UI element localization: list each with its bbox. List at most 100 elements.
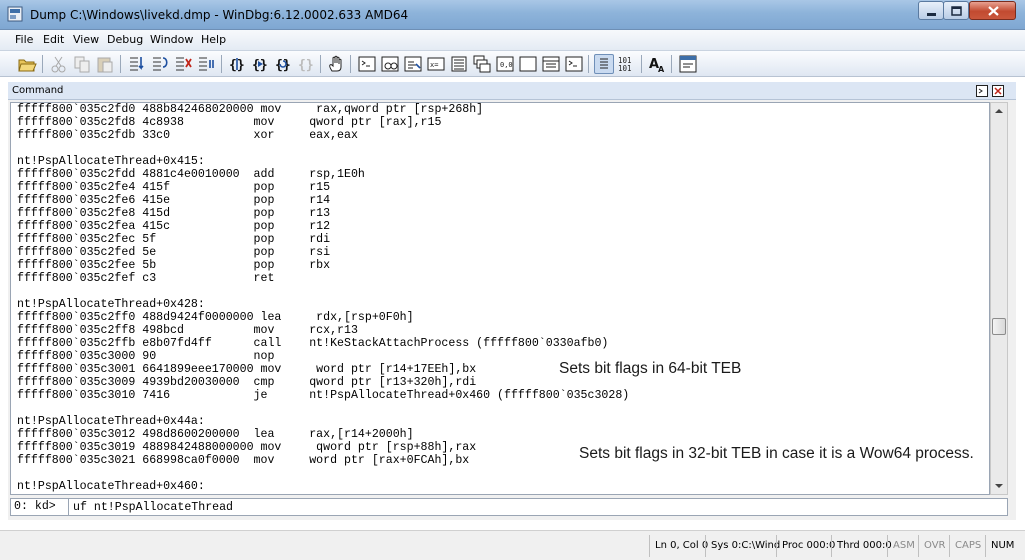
close-button[interactable] (969, 1, 1016, 20)
svg-text:{}: {} (298, 58, 314, 73)
menu-file[interactable]: File (15, 33, 33, 46)
menu-edit[interactable]: Edit (43, 33, 64, 46)
toolbar: {} {} {} {} x= 0,0 10 (0, 50, 1025, 77)
disassembly-line: fffff800`035c2fe6 415e pop r14 (17, 194, 331, 207)
go-icon[interactable]: {} (250, 54, 270, 74)
copy-icon[interactable] (72, 54, 92, 74)
source-view-icon[interactable] (594, 54, 614, 74)
hex-icon[interactable]: 101 101 (617, 54, 637, 74)
toolbar-separator (120, 55, 121, 73)
vertical-scrollbar[interactable] (990, 102, 1008, 495)
command-window-header: Command (8, 82, 1016, 100)
status-num: NUM (985, 535, 1017, 557)
restart-icon[interactable]: {} (273, 54, 293, 74)
paste-icon[interactable] (95, 54, 115, 74)
menu-debug[interactable]: Debug (107, 33, 143, 46)
svg-text:101: 101 (618, 64, 632, 73)
toolbar-separator (350, 55, 351, 73)
toolbar-separator (42, 55, 43, 73)
disassembly-line: fffff800`035c3000 90 nop (17, 350, 275, 363)
menu-window[interactable]: Window (150, 33, 193, 46)
disassembly-line: fffff800`035c2fe8 415d pop r13 (17, 207, 331, 220)
status-asm: ASM (887, 535, 918, 557)
command-output[interactable]: fffff800`035c2fd0 488b842468020000 mov r… (10, 102, 990, 495)
call-stack-icon[interactable] (472, 54, 492, 74)
toolbar-separator (588, 55, 589, 73)
break-icon[interactable]: {} (227, 54, 247, 74)
source-mode-icon[interactable] (564, 54, 584, 74)
window-title: Dump C:\Windows\livekd.dmp - WinDbg:6.12… (30, 8, 409, 22)
disassembly-line: fffff800`035c2ffb e8b07fd4ff call nt!KeS… (17, 337, 609, 350)
svg-text:0,0: 0,0 (500, 61, 513, 69)
processes-icon[interactable] (541, 54, 561, 74)
command-input-row: 0: kd> (10, 498, 1008, 516)
stop-icon[interactable]: {} (296, 54, 316, 74)
disassembly-line: fffff800`035c3010 7416 je nt!PspAllocate… (17, 389, 630, 402)
disassembly-line: fffff800`035c2fee 5b pop rbx (17, 259, 331, 272)
menu-help[interactable]: Help (201, 33, 226, 46)
disassembly-line: fffff800`035c2fec 5f pop rdi (17, 233, 331, 246)
disassembly-line: fffff800`035c2fe4 415f pop r15 (17, 181, 331, 194)
step-over-icon[interactable] (150, 54, 170, 74)
toolbar-separator (641, 55, 642, 73)
menu-view[interactable]: View (73, 33, 99, 46)
svg-text:{}: {} (275, 58, 291, 73)
disassembly-line: fffff800`035c2fef c3 ret (17, 272, 275, 285)
toolbar-separator (320, 55, 321, 73)
disassembly-line: fffff800`035c2ff8 498bcd mov rcx,r13 (17, 324, 358, 337)
command-icon[interactable] (357, 54, 377, 74)
status-thrd: Thrd 000:0 (831, 535, 892, 557)
locals-icon[interactable] (403, 54, 423, 74)
font-icon[interactable]: AA (647, 54, 667, 74)
svg-text:x=: x= (430, 61, 438, 69)
disassembly-line: fffff800`035c3021 668998ca0f0000 mov wor… (17, 454, 470, 467)
options-icon[interactable] (678, 54, 698, 74)
function-label-line: nt!PspAllocateThread+0x415: (17, 155, 205, 168)
function-label-line: nt!PspAllocateThread+0x460: (17, 480, 205, 493)
disassembly-line: fffff800`035c2fdd 4881c4e0010000 add rsp… (17, 168, 365, 181)
toolbar-separator (671, 55, 672, 73)
disassembly-line: fffff800`035c3019 4889842488000000 mov q… (17, 441, 477, 454)
scroll-down-arrow-icon[interactable] (991, 478, 1007, 494)
hand-icon[interactable] (326, 54, 346, 74)
cut-icon[interactable] (49, 54, 69, 74)
annotation-teb32: Sets bit flags in 32-bit TEB in case it … (579, 445, 974, 462)
menu-bar: File Edit View Debug Window Help (0, 30, 1025, 50)
scratch-pad-icon[interactable] (518, 54, 538, 74)
maximize-icon (951, 6, 962, 16)
disassembly-line: fffff800`035c3009 4939bd20030000 cmp qwo… (17, 376, 477, 389)
status-bar: Ln 0, Col 0 Sys 0:C:\Wind Proc 000:0 Thr… (0, 530, 1025, 560)
disassembly-line: fffff800`035c3012 498d8600200000 lea rax… (17, 428, 414, 441)
registers-icon[interactable]: x= (426, 54, 446, 74)
disassembly-icon[interactable]: 0,0 (495, 54, 515, 74)
scrollbar-thumb[interactable] (992, 318, 1006, 335)
step-into-icon[interactable] (127, 54, 147, 74)
maximize-button[interactable] (943, 1, 969, 20)
disassembly-line: fffff800`035c2fed 5e pop rsi (17, 246, 331, 259)
dock-icon[interactable] (976, 85, 988, 97)
scroll-up-arrow-icon[interactable] (991, 103, 1007, 119)
step-out-icon[interactable] (173, 54, 193, 74)
memory-icon[interactable] (449, 54, 469, 74)
status-ovr: OVR (918, 535, 948, 557)
command-input[interactable] (71, 499, 1007, 515)
run-to-cursor-icon[interactable] (196, 54, 216, 74)
disassembly-line: fffff800`035c3001 6641899eee170000 mov w… (17, 363, 477, 376)
open-icon[interactable] (17, 54, 37, 74)
output-lines: fffff800`035c2fd0 488b842468020000 mov r… (17, 103, 629, 493)
annotation-teb64: Sets bit flags in 64-bit TEB (559, 360, 742, 377)
function-label-line: nt!PspAllocateThread+0x428: (17, 298, 205, 311)
watch-icon[interactable] (380, 54, 400, 74)
title-bar: Dump C:\Windows\livekd.dmp - WinDbg:6.12… (0, 0, 1025, 30)
status-caps: CAPS (949, 535, 984, 557)
status-proc: Proc 000:0 (776, 535, 835, 557)
command-window-title: Command (12, 85, 64, 96)
toolbar-separator (221, 55, 222, 73)
function-label-line: nt!PspAllocateThread+0x44a: (17, 415, 205, 428)
close-icon[interactable] (992, 85, 1004, 97)
minimize-button[interactable] (918, 1, 944, 20)
